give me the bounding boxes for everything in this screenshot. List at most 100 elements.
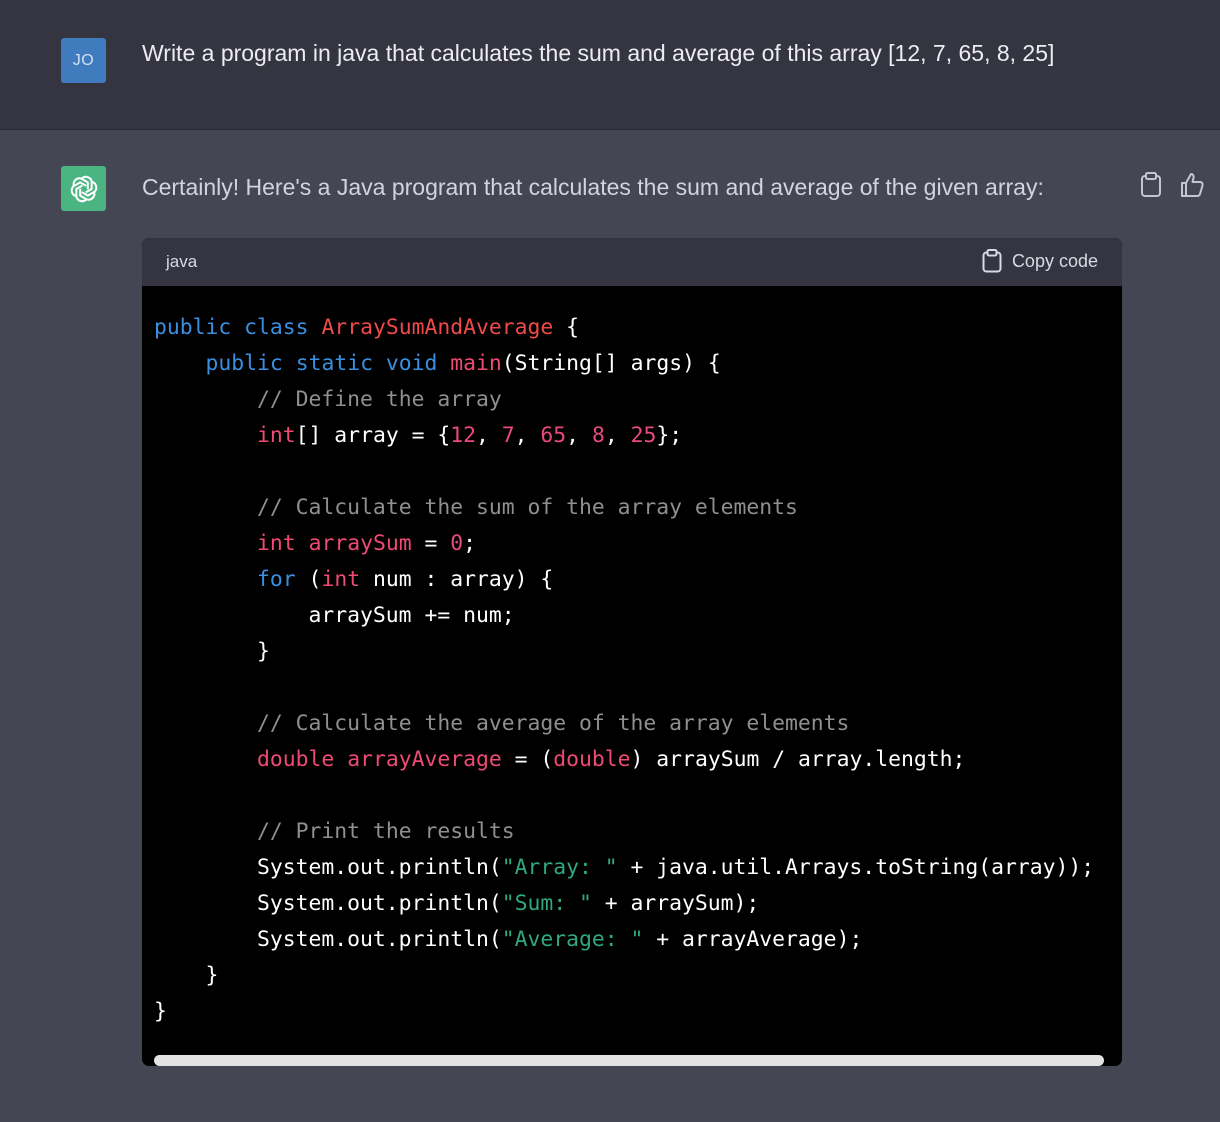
user-message-text: Write a program in java that calculates … xyxy=(142,40,1055,66)
assistant-message-row: Certainly! Here's a Java program that ca… xyxy=(0,130,1220,1122)
code-token: arraySum xyxy=(308,531,412,556)
code-token: public xyxy=(154,315,232,340)
clipboard-icon[interactable] xyxy=(1138,170,1164,200)
code-language-label: java xyxy=(166,252,198,271)
code-token: ArraySumAndAverage xyxy=(321,315,554,340)
assistant-avatar xyxy=(61,166,106,211)
code-token: + arrayAverage); xyxy=(643,927,863,952)
code-block: java Copy code public class ArraySumAndA… xyxy=(142,238,1122,1066)
code-line: // Calculate the sum of the array elemen… xyxy=(154,490,798,526)
code-line: } xyxy=(154,958,219,994)
copy-code-button[interactable]: Copy code xyxy=(982,249,1098,273)
code-token: + arraySum); xyxy=(591,891,760,916)
code-token: 7 xyxy=(501,423,515,448)
code-token: num : array) { xyxy=(360,567,554,592)
code-token: static xyxy=(295,351,373,376)
code-token: 25 xyxy=(630,423,657,448)
code-token: int xyxy=(257,531,296,556)
code-token: = xyxy=(411,531,451,556)
code-token: int xyxy=(321,567,361,592)
code-token: // Print the results xyxy=(257,819,515,844)
horizontal-scrollbar[interactable] xyxy=(154,1055,1104,1066)
code-token: ; xyxy=(463,531,477,556)
code-token: arrayAverage xyxy=(347,747,502,772)
code-token: void xyxy=(385,351,438,376)
thumbs-up-icon[interactable] xyxy=(1179,170,1205,200)
code-token: // Calculate the sum of the array elemen… xyxy=(257,495,798,520)
code-token: class xyxy=(244,315,309,340)
code-line: System.out.println("Average: " + arrayAv… xyxy=(154,922,862,958)
code-line: // Print the results xyxy=(154,814,515,850)
code-line: public static void main(String[] args) { xyxy=(154,346,721,382)
code-token: [] array = { xyxy=(295,423,451,448)
code-token: "Average: " xyxy=(501,927,644,952)
code-token: // Calculate the average of the array el… xyxy=(257,711,850,736)
code-line: arraySum += num; xyxy=(154,598,515,634)
code-token: 65 xyxy=(540,423,567,448)
code-token: int xyxy=(257,423,296,448)
code-token: ( xyxy=(295,567,322,592)
code-line: System.out.println("Array: " + java.util… xyxy=(154,850,1094,886)
code-token: ) arraySum / array.length; xyxy=(630,747,966,772)
code-line: public class ArraySumAndAverage { xyxy=(154,310,579,346)
code-token: 0 xyxy=(450,531,464,556)
code-token: // Define the array xyxy=(257,387,502,412)
code-body[interactable]: public class ArraySumAndAverage { public… xyxy=(142,286,1122,1066)
code-line: // Calculate the average of the array el… xyxy=(154,706,849,742)
code-token: arraySum += num; xyxy=(154,603,515,628)
code-line: } xyxy=(154,634,270,670)
code-line: int arraySum = 0; xyxy=(154,526,476,562)
user-avatar: JO xyxy=(61,38,106,83)
code-token: } xyxy=(154,999,167,1024)
code-token: for xyxy=(257,567,296,592)
clipboard-icon xyxy=(982,249,1002,273)
code-token: } xyxy=(154,963,219,988)
code-token: System.out.println( xyxy=(154,927,502,952)
code-line: for (int num : array) { xyxy=(154,562,553,598)
code-token: , xyxy=(604,423,631,448)
code-token: System.out.println( xyxy=(154,891,502,916)
code-line: double arrayAverage = (double) arraySum … xyxy=(154,742,965,778)
code-token: , xyxy=(566,423,592,448)
copy-code-label: Copy code xyxy=(1011,250,1098,271)
assistant-intro-text: Certainly! Here's a Java program that ca… xyxy=(142,174,1044,200)
code-token: { xyxy=(553,315,580,340)
code-token: = ( xyxy=(501,747,554,772)
code-token: (String[] args) { xyxy=(501,351,721,376)
code-token: 12 xyxy=(450,423,476,448)
code-token: "Array: " xyxy=(501,855,618,880)
code-token: "Sum: " xyxy=(501,891,592,916)
openai-logo-icon xyxy=(70,175,97,202)
code-line: System.out.println("Sum: " + arraySum); xyxy=(154,886,759,922)
user-message-row: JO Write a program in java that calculat… xyxy=(0,0,1220,130)
code-token: double xyxy=(553,747,631,772)
code-line: int[] array = {12, 7, 65, 8, 25}; xyxy=(154,418,682,454)
code-token: public xyxy=(205,351,283,376)
user-avatar-initials: JO xyxy=(72,51,95,69)
code-line: // Define the array xyxy=(154,382,502,418)
code-token: 8 xyxy=(591,423,605,448)
code-token: }; xyxy=(656,423,683,448)
code-token: + java.util.Arrays.toString(array)); xyxy=(617,855,1095,880)
code-line: } xyxy=(154,994,167,1030)
code-block-header: java Copy code xyxy=(142,238,1122,286)
code-token: , xyxy=(475,423,502,448)
code-token: , xyxy=(514,423,541,448)
code-token: main xyxy=(450,351,502,376)
